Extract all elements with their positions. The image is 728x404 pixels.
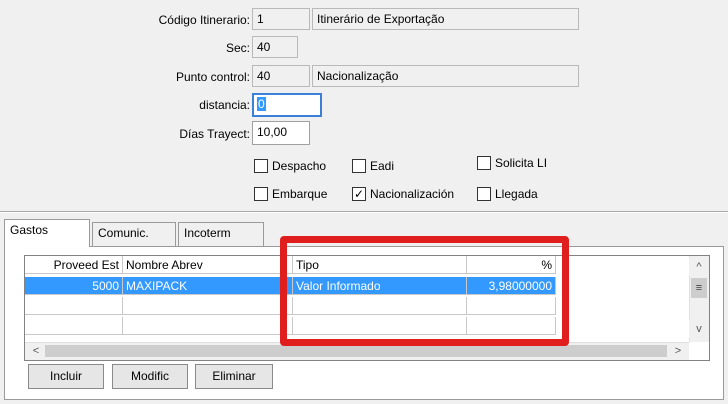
cell-nombre-abrev[interactable]: MAXIPACK bbox=[123, 277, 293, 295]
cell-empty[interactable] bbox=[25, 317, 123, 335]
column-header-nombre-abrev[interactable]: Nombre Abrev bbox=[123, 256, 293, 274]
separator bbox=[0, 211, 728, 213]
checkbox-box[interactable] bbox=[254, 159, 268, 173]
codigo-itinerario-field[interactable]: 1 bbox=[252, 8, 310, 30]
scroll-thumb[interactable] bbox=[45, 345, 667, 357]
distancia-input[interactable]: 0 bbox=[252, 93, 322, 117]
scroll-up-icon[interactable]: ^ bbox=[689, 258, 709, 276]
tab-incoterm[interactable]: Incoterm bbox=[178, 222, 264, 246]
cell-empty[interactable] bbox=[123, 317, 293, 335]
punto-control-desc: Nacionalização bbox=[312, 65, 579, 87]
scroll-left-icon[interactable]: < bbox=[27, 343, 45, 359]
checkbox-solicita-li[interactable]: Solicita LI bbox=[477, 156, 547, 170]
dias-trayect-input[interactable]: 10,00 bbox=[252, 121, 310, 145]
checkbox-label: Eadi bbox=[370, 159, 395, 173]
modific-button[interactable]: Modific bbox=[112, 364, 188, 389]
checkbox-label: Embarque bbox=[272, 187, 328, 201]
punto-control-label: Punto control: bbox=[175, 70, 250, 84]
cell-proveed-est[interactable]: 5000 bbox=[25, 277, 123, 295]
distancia-value: 0 bbox=[257, 97, 266, 111]
checkbox-label: Nacionalización bbox=[370, 187, 455, 201]
scroll-thumb-grip-icon[interactable]: ≡ bbox=[691, 278, 707, 298]
column-header-proveed-est[interactable]: Proveed Est bbox=[25, 256, 123, 274]
checkbox-label: Llegada bbox=[495, 187, 538, 201]
cell-empty[interactable] bbox=[123, 297, 293, 315]
checkbox-nacionalizacion[interactable]: ✓ Nacionalización bbox=[352, 187, 454, 201]
incluir-button[interactable]: Incluir bbox=[28, 364, 104, 389]
checkbox-label: Solicita LI bbox=[495, 156, 548, 170]
checkbox-box[interactable] bbox=[477, 187, 491, 201]
checkbox-despacho[interactable]: Despacho bbox=[254, 159, 326, 173]
tab-gastos[interactable]: Gastos bbox=[4, 219, 90, 247]
dias-trayect-label: Días Trayect: bbox=[179, 127, 250, 141]
codigo-itinerario-desc: Itinerário de Exportação bbox=[312, 8, 579, 30]
punto-control-field[interactable]: 40 bbox=[252, 65, 310, 87]
codigo-itinerario-label: Código Itinerario: bbox=[158, 13, 250, 27]
sec-label: Sec: bbox=[225, 41, 250, 55]
eliminar-button[interactable]: Eliminar bbox=[195, 364, 273, 389]
sec-field[interactable]: 40 bbox=[252, 36, 298, 58]
checkbox-box[interactable] bbox=[477, 156, 491, 170]
checkbox-llegada[interactable]: Llegada bbox=[477, 187, 538, 201]
checkbox-label: Despacho bbox=[272, 159, 327, 173]
scroll-right-icon[interactable]: > bbox=[669, 343, 687, 359]
checkmark-icon[interactable]: ✓ bbox=[352, 187, 366, 201]
checkbox-box[interactable] bbox=[352, 159, 366, 173]
distancia-label: distancia: bbox=[199, 98, 250, 112]
checkbox-eadi[interactable]: Eadi bbox=[352, 159, 394, 173]
checkbox-box[interactable] bbox=[254, 187, 268, 201]
annotation-highlight-box bbox=[280, 236, 569, 346]
checkbox-embarque[interactable]: Embarque bbox=[254, 187, 327, 201]
tab-comunic[interactable]: Comunic. bbox=[92, 222, 176, 246]
cell-empty[interactable] bbox=[25, 297, 123, 315]
scroll-down-icon[interactable]: v bbox=[689, 320, 709, 338]
